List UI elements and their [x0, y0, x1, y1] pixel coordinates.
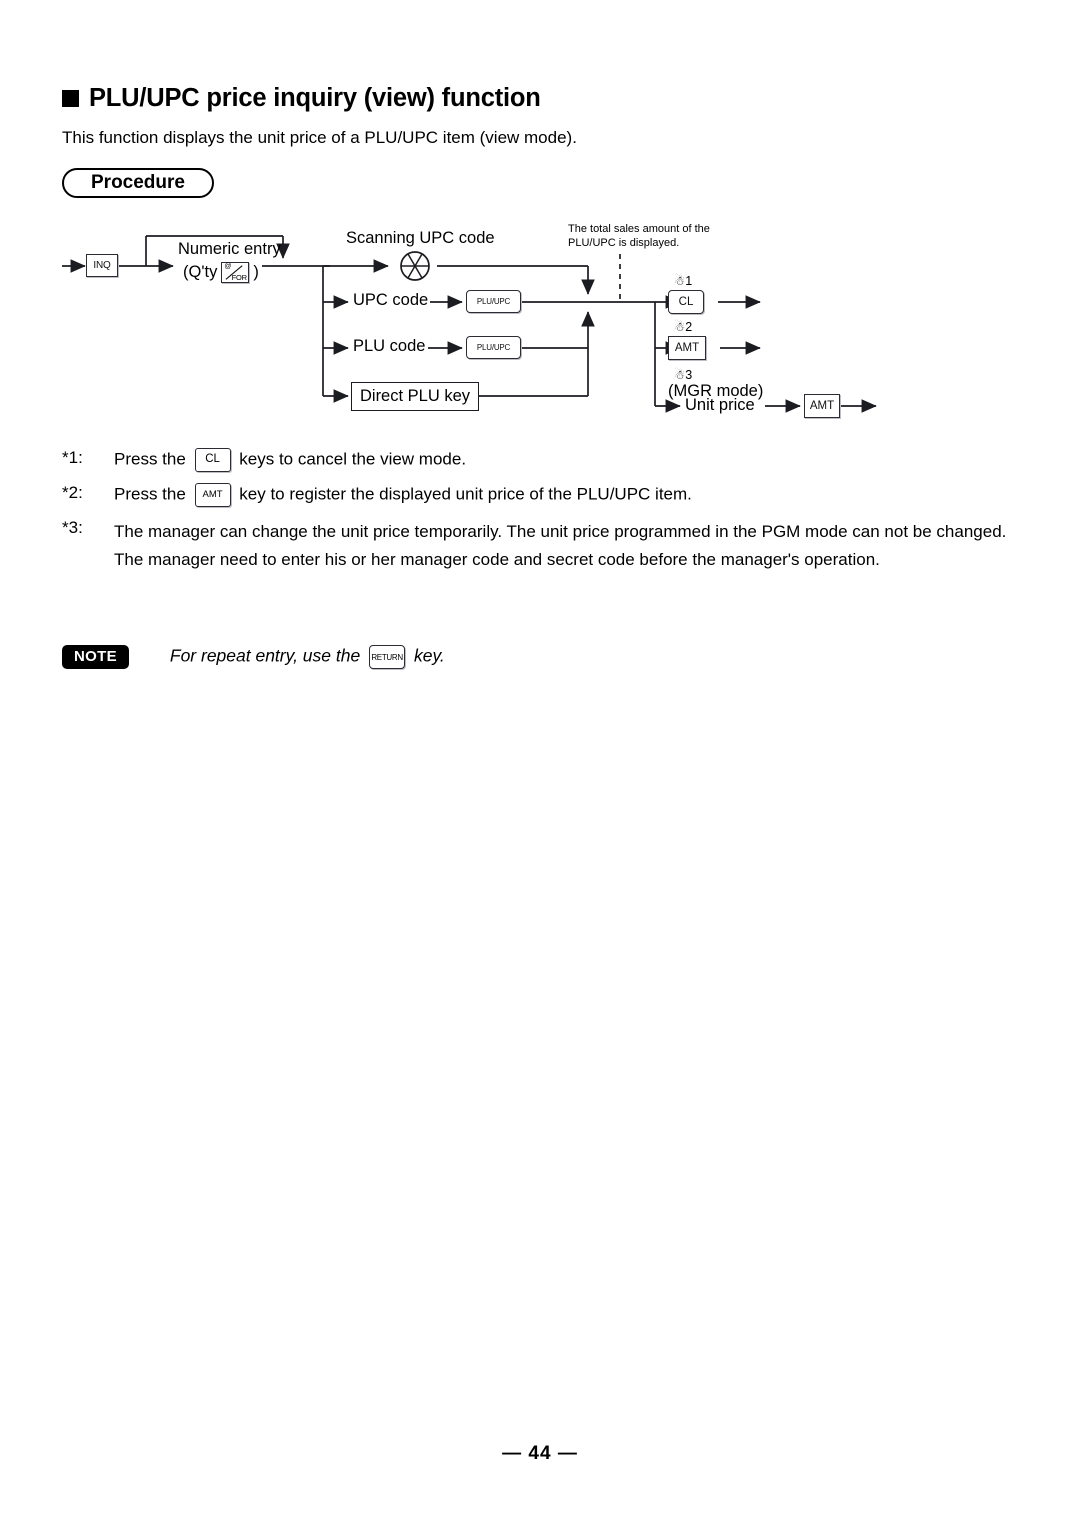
numeric-entry-line1: Numeric entry: [178, 240, 281, 258]
note-text-before: For repeat entry, use the: [169, 645, 361, 666]
at-for-glyph: @ FOR: [222, 263, 248, 282]
inq-key: INQ: [86, 254, 118, 277]
cl-key: CL: [668, 290, 704, 314]
procedure-section-label: Procedure: [62, 168, 214, 198]
footnote-1-after: keys to cancel the view mode.: [239, 449, 467, 469]
direct-plu-key-box: Direct PLU key: [351, 382, 479, 411]
plu-code-label: PLU code: [353, 337, 426, 355]
numeric-entry-label: Numeric entry: [178, 240, 281, 259]
square-bullet-icon: [62, 90, 79, 108]
document-page: PLU/UPC price inquiry (view) function Th…: [0, 0, 1080, 1526]
callout-line1: The total sales amount of the: [568, 223, 710, 235]
qty-prefix: (Q'ty: [183, 263, 218, 282]
amt-key: AMT: [668, 336, 706, 360]
qty-suffix: ): [253, 263, 259, 282]
numeric-entry-qty-row: (Q'ty @ FOR ): [183, 262, 259, 283]
footnote-mark-2: ☃2: [674, 320, 693, 334]
amt-key-mgr-label: AMT: [809, 400, 835, 412]
footnote-3-body: The manager can change the unit price te…: [114, 518, 1030, 574]
at-for-key: @ FOR: [221, 262, 250, 283]
footnote-mark-1: ☃1: [674, 274, 693, 288]
amt-key-label: AMT: [674, 342, 700, 354]
footnote-3: *3: The manager can change the unit pric…: [62, 518, 1030, 574]
footnote-3-mark: *3:: [62, 518, 83, 537]
unit-price-label: Unit price: [685, 396, 755, 414]
intro-paragraph: This function displays the unit price of…: [62, 128, 577, 147]
direct-plu-key-label: Direct PLU key: [359, 387, 471, 405]
flowchart-lines: [62, 235, 877, 413]
footnote-2: *2: Press the AMT key to register the di…: [62, 483, 1030, 507]
page-number: — 44 —: [502, 1443, 578, 1464]
inq-key-label: INQ: [93, 260, 111, 271]
amt-key-inline-2: AMT: [194, 483, 231, 507]
procedure-flowchart: INQ Numeric entry (Q'ty @ FOR ) Scanning…: [0, 210, 1080, 435]
return-key-inline-label: RETURN: [371, 652, 403, 662]
upc-code-label: UPC code: [353, 291, 429, 309]
note-text: For repeat entry, use the RETURN key.: [170, 645, 445, 669]
procedure-label-text: Procedure: [91, 172, 185, 193]
for-text: FOR: [231, 272, 247, 282]
footnote-1-mark: *1:: [62, 448, 83, 467]
cl-key-inline-1-label: CL: [205, 453, 220, 466]
callout-line2: PLU/UPC is displayed.: [568, 236, 680, 249]
amt-key-inline-2-label: AMT: [202, 489, 223, 501]
footnotes-list: *1: Press the CL keys to cancel the view…: [62, 448, 1030, 585]
footnote-2-before: Press the: [114, 484, 186, 504]
note-block: NOTE For repeat entry, use the RETURN ke…: [62, 645, 445, 669]
plu-upc-key-upc-label: PLU/UPC: [476, 297, 511, 306]
footnote-2-mark: *2:: [62, 483, 83, 502]
total-sales-callout: The total sales amount of the PLU/UPC is…: [568, 223, 710, 251]
note-badge: NOTE: [62, 645, 129, 669]
plu-upc-key-plu: PLU/UPC: [466, 336, 521, 359]
note-text-after: key.: [413, 645, 445, 666]
footnote-2-after: key to register the displayed unit price…: [239, 484, 692, 504]
footnote-3-text: The manager can change the unit price te…: [114, 522, 1007, 570]
footnote-mark-3: ☃3: [674, 368, 693, 382]
footnote-2-body: Press the AMT key to register the displa…: [114, 483, 1030, 507]
return-key-inline: RETURN: [369, 645, 406, 669]
plu-upc-key-plu-label: PLU/UPC: [476, 343, 511, 352]
page-title-text: PLU/UPC price inquiry (view) function: [89, 84, 541, 112]
page-title: PLU/UPC price inquiry (view) function: [62, 84, 541, 112]
plu-upc-key-upc: PLU/UPC: [466, 290, 521, 313]
footnote-1-before: Press the: [114, 449, 186, 469]
footnote-1-body: Press the CL keys to cancel the view mod…: [114, 448, 1030, 472]
scanning-upc-label: Scanning UPC code: [346, 229, 495, 247]
amt-key-mgr: AMT: [804, 394, 840, 418]
footnote-1: *1: Press the CL keys to cancel the view…: [62, 448, 1030, 472]
scanner-wheel-icon: [400, 251, 430, 281]
cl-key-inline-1: CL: [194, 448, 231, 472]
cl-key-label: CL: [678, 296, 694, 308]
